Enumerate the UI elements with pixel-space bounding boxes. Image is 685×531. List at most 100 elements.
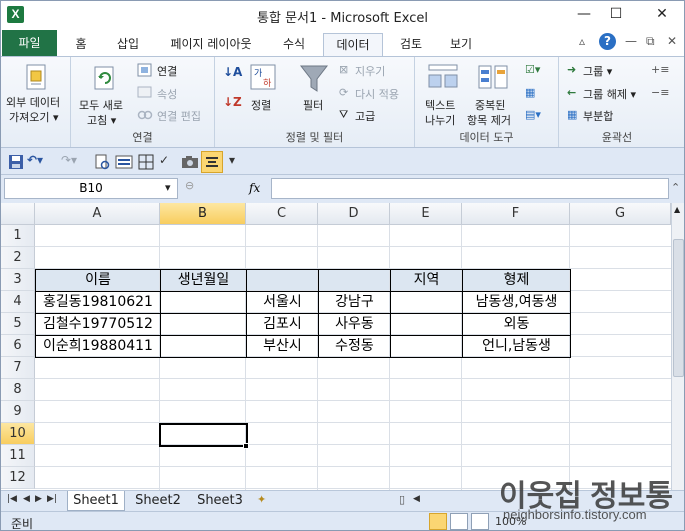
tab-home[interactable]: 홈	[69, 33, 93, 56]
row-header-11[interactable]: 11	[1, 445, 35, 467]
connections-icon[interactable]	[137, 63, 153, 77]
cell-c6[interactable]: 부산시	[247, 336, 318, 357]
column-header-e[interactable]: E	[390, 203, 462, 225]
tab-insert[interactable]: 삽입	[111, 33, 145, 56]
text-to-columns-icon[interactable]	[427, 63, 459, 91]
cell-a4[interactable]: 홍길동19810621	[36, 292, 160, 313]
cell-a3[interactable]: 이름	[36, 270, 160, 291]
close-button[interactable]: ✕	[647, 3, 677, 25]
active-cell-b10[interactable]	[159, 423, 248, 447]
sort-za-icon[interactable]: ↓Z	[223, 95, 242, 109]
formula-expand-icon[interactable]: ⊖	[185, 179, 194, 192]
cell-f5[interactable]: 외동	[463, 314, 570, 335]
row-header-6[interactable]: 6	[1, 335, 35, 357]
column-header-b[interactable]: B	[160, 203, 246, 225]
text-to-columns-label-2[interactable]: 나누기	[425, 112, 455, 128]
consolidate-icon[interactable]: ▦	[525, 86, 535, 99]
save-icon[interactable]	[7, 153, 25, 171]
group-icon[interactable]: ➜	[567, 63, 576, 76]
get-external-label-1[interactable]: 외부 데이터	[6, 94, 60, 110]
cell-f3[interactable]: 형제	[463, 270, 570, 291]
row-header-4[interactable]: 4	[1, 291, 35, 313]
cell-e6[interactable]	[391, 336, 462, 357]
sort-icon[interactable]: 가 하	[249, 63, 277, 91]
borders-icon[interactable]	[137, 153, 155, 171]
cell-e4[interactable]	[391, 292, 462, 313]
row-header-12[interactable]: 12	[1, 467, 35, 489]
advanced-label[interactable]: 고급	[355, 108, 375, 124]
page-layout-view-icon[interactable]	[450, 513, 468, 530]
name-box[interactable]: B10	[4, 178, 178, 199]
ungroup-icon[interactable]: ←	[567, 86, 576, 99]
group-label[interactable]: 그룹 ▾	[583, 63, 612, 79]
camera-icon[interactable]	[181, 153, 199, 171]
sort-az-icon[interactable]: ↓A	[223, 65, 242, 79]
first-sheet-icon[interactable]: |◀	[7, 494, 17, 504]
scroll-left-icon[interactable]: ◀	[413, 494, 420, 504]
tab-data[interactable]: 데이터	[323, 33, 383, 57]
sheet-tab-sheet3[interactable]: Sheet3	[191, 491, 249, 511]
next-sheet-icon[interactable]: ▶	[35, 494, 42, 504]
refresh-all-label-1[interactable]: 모두 새로	[79, 97, 123, 113]
column-header-g[interactable]: G	[570, 203, 671, 225]
page-break-view-icon[interactable]	[471, 513, 489, 530]
column-header-a[interactable]: A	[35, 203, 160, 225]
select-all-corner[interactable]	[1, 203, 35, 225]
sheet-tab-sheet1[interactable]: Sheet1	[67, 491, 125, 511]
tab-split-handle-icon[interactable]: ▯	[399, 493, 405, 506]
hide-detail-icon[interactable]: −≡	[651, 86, 669, 99]
cell-b4[interactable]	[161, 292, 246, 313]
align-center-icon[interactable]	[201, 151, 223, 173]
minimize-ribbon-icon[interactable]: ▵	[579, 34, 585, 48]
fill-handle[interactable]	[243, 443, 249, 449]
sheet-tab-sheet2[interactable]: Sheet2	[129, 491, 187, 511]
doc-close-icon[interactable]: ✕	[667, 34, 677, 48]
prev-sheet-icon[interactable]: ◀	[23, 494, 30, 504]
formula-collapse-icon[interactable]: ⌃	[671, 181, 680, 194]
undo-icon[interactable]: ↶▾	[27, 153, 45, 171]
column-header-c[interactable]: C	[246, 203, 318, 225]
cell-b3[interactable]: 생년월일	[161, 270, 246, 291]
help-icon[interactable]: ?	[599, 33, 616, 50]
remove-duplicates-label-2[interactable]: 항목 제거	[467, 112, 511, 128]
cell-c5[interactable]: 김포시	[247, 314, 318, 335]
row-header-2[interactable]: 2	[1, 247, 35, 269]
tab-formulas[interactable]: 수식	[277, 33, 311, 56]
remove-duplicates-label-1[interactable]: 중복된	[475, 97, 505, 113]
filter-label[interactable]: 필터	[303, 97, 323, 113]
cell-f6[interactable]: 언니,남동생	[463, 336, 570, 357]
advanced-icon[interactable]: ⛛	[339, 108, 348, 122]
spelling-icon[interactable]: ✓	[159, 153, 177, 171]
cell-b6[interactable]	[161, 336, 246, 357]
column-header-f[interactable]: F	[462, 203, 570, 225]
tab-review[interactable]: 검토	[394, 33, 428, 56]
tab-page-layout[interactable]: 페이지 레이아웃	[161, 33, 261, 56]
subtotal-label[interactable]: 부분합	[583, 108, 613, 124]
row-header-7[interactable]: 7	[1, 357, 35, 379]
refresh-all-icon[interactable]	[91, 63, 119, 93]
cell-d5[interactable]: 사우동	[319, 314, 390, 335]
get-external-label-2[interactable]: 가져오기 ▾	[9, 109, 59, 125]
doc-minimize-icon[interactable]: —	[625, 34, 637, 48]
filter-icon[interactable]	[299, 63, 329, 95]
cell-d4[interactable]: 강남구	[319, 292, 390, 313]
cell-d6[interactable]: 수정동	[319, 336, 390, 357]
scroll-up-icon[interactable]: ▲	[674, 205, 680, 214]
row-header-3[interactable]: 3	[1, 269, 35, 291]
row-header-5[interactable]: 5	[1, 313, 35, 335]
text-to-columns-label-1[interactable]: 텍스트	[425, 97, 455, 113]
data-validation-icon[interactable]: ☑▾	[525, 63, 540, 76]
sort-label[interactable]: 정렬	[251, 97, 271, 113]
cell-e5[interactable]	[391, 314, 462, 335]
formula-input[interactable]	[271, 178, 669, 199]
tab-file[interactable]: 파일	[2, 30, 57, 56]
cell-e3[interactable]: 지역	[391, 270, 462, 291]
external-data-icon[interactable]	[24, 63, 50, 93]
row-header-10[interactable]: 10	[1, 423, 35, 445]
cell-c4[interactable]: 서울시	[247, 292, 318, 313]
vertical-scrollbar[interactable]: ▲	[671, 203, 684, 490]
name-box-dropdown-icon[interactable]: ▾	[165, 181, 171, 194]
cell-d3[interactable]	[319, 270, 390, 291]
cell-c3[interactable]	[247, 270, 318, 291]
refresh-all-label-2[interactable]: 고침 ▾	[87, 112, 116, 128]
